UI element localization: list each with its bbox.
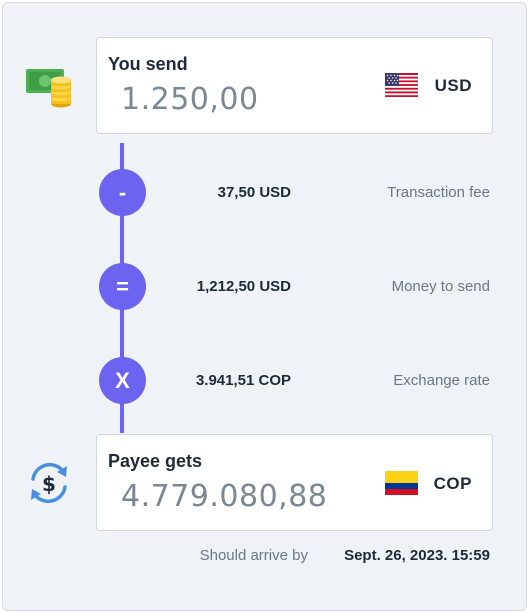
send-currency-selector[interactable]: USD (435, 76, 472, 96)
send-amount-input[interactable] (121, 78, 361, 120)
send-amount-box: You send USD (96, 37, 493, 134)
transaction-fee-value: 37,50 USD (217, 184, 291, 201)
receive-amount-box: Payee gets COP (96, 434, 493, 531)
transaction-fee-label: Transaction fee (387, 184, 490, 201)
equals-icon: = (99, 263, 146, 310)
arrival-label: Should arrive by (199, 547, 308, 564)
colombia-flag-icon[interactable] (385, 471, 418, 495)
us-flag-icon[interactable] (385, 73, 418, 97)
multiply-icon: X (99, 357, 146, 404)
exchange-rate-label: Exchange rate (393, 372, 490, 389)
currency-exchange-icon: $ (25, 459, 73, 507)
receive-amount-input[interactable] (121, 475, 391, 517)
arrival-date: Sept. 26, 2023. 15:59 (344, 547, 490, 564)
cash-coins-icon (25, 66, 75, 110)
receive-currency-selector[interactable]: COP (434, 474, 472, 494)
send-label: You send (108, 54, 188, 74)
transfer-card: You send USD (2, 2, 527, 611)
svg-text:$: $ (42, 472, 56, 496)
money-to-send-value: 1,212,50 USD (196, 278, 291, 295)
exchange-rate-value: 3.941,51 COP (195, 372, 291, 389)
receive-label: Payee gets (108, 451, 203, 471)
money-to-send-label: Money to send (391, 278, 490, 295)
minus-icon: - (99, 169, 146, 216)
